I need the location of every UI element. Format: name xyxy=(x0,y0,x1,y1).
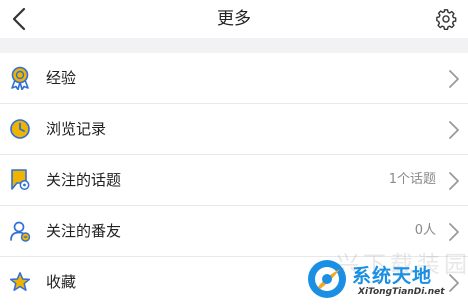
chevron-right-icon xyxy=(449,172,459,190)
top-bar: 更多 xyxy=(0,0,468,38)
menu-item-favorites[interactable]: 收藏 xyxy=(0,257,468,308)
menu-list: 经验 浏览记录 关注的话题 1个话题 关注的番友 0人 收藏 xyxy=(0,53,468,308)
star-icon xyxy=(8,270,32,294)
menu-item-label: 浏览记录 xyxy=(46,120,107,138)
topic-count: 1个话题 xyxy=(388,172,436,187)
chevron-right-icon xyxy=(449,121,459,139)
topic-flag-icon xyxy=(8,168,32,192)
settings-button[interactable] xyxy=(434,7,458,31)
menu-item-label: 关注的番友 xyxy=(46,222,122,240)
user-follow-icon xyxy=(8,219,32,243)
menu-item-label: 经验 xyxy=(46,69,77,87)
menu-item-label: 关注的话题 xyxy=(46,171,122,189)
clock-icon xyxy=(8,117,32,141)
gear-icon xyxy=(436,9,457,30)
medal-icon xyxy=(8,66,32,90)
menu-item-experience[interactable]: 经验 xyxy=(0,53,468,104)
page-title: 更多 xyxy=(217,9,251,29)
chevron-right-icon xyxy=(449,274,459,292)
menu-item-label: 收藏 xyxy=(46,273,77,291)
chevron-right-icon xyxy=(449,70,459,88)
menu-item-history[interactable]: 浏览记录 xyxy=(0,104,468,155)
menu-item-followed-friends[interactable]: 关注的番友 0人 xyxy=(0,206,468,257)
menu-item-followed-topics[interactable]: 关注的话题 1个话题 xyxy=(0,155,468,206)
friend-count: 0人 xyxy=(414,223,436,238)
chevron-right-icon xyxy=(449,223,459,241)
